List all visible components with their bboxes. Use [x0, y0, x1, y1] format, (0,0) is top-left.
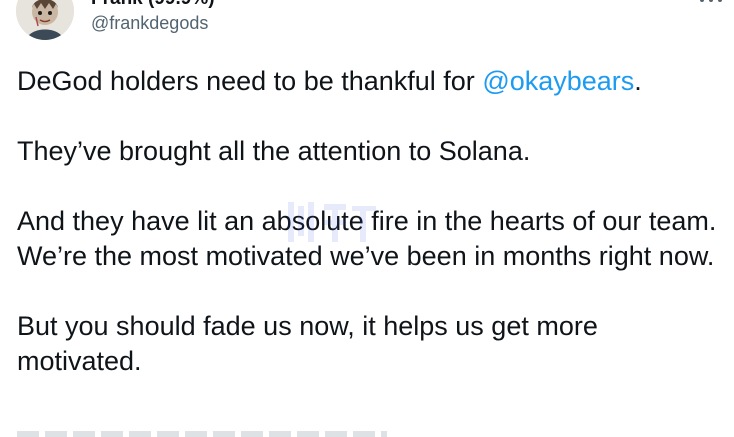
tweet-card: Frank (99.9%) @frankdegods DeGod holders…	[0, 0, 734, 437]
watermark-logo	[284, 196, 380, 248]
tweet-paragraph-2: They’ve brought all the attention to Sol…	[17, 136, 531, 166]
mention-link[interactable]: @okaybears	[482, 66, 634, 96]
tweet-text-segment: .	[634, 66, 642, 96]
tweet-text-segment: DeGod holders need to be thankful for	[17, 66, 483, 96]
author-handle[interactable]: @frankdegods	[91, 13, 208, 34]
author-avatar[interactable]	[16, 0, 74, 40]
tweet-paragraph-4: But you should fade us now, it helps us …	[17, 311, 598, 376]
author-display-name[interactable]: Frank (99.9%)	[91, 0, 215, 10]
avatar-image-icon	[16, 0, 74, 40]
more-options-icon[interactable]	[698, 0, 724, 2]
tweet-footer-cutoff	[17, 431, 387, 437]
tweet-paragraph-1: DeGod holders need to be thankful for @o…	[17, 64, 722, 99]
